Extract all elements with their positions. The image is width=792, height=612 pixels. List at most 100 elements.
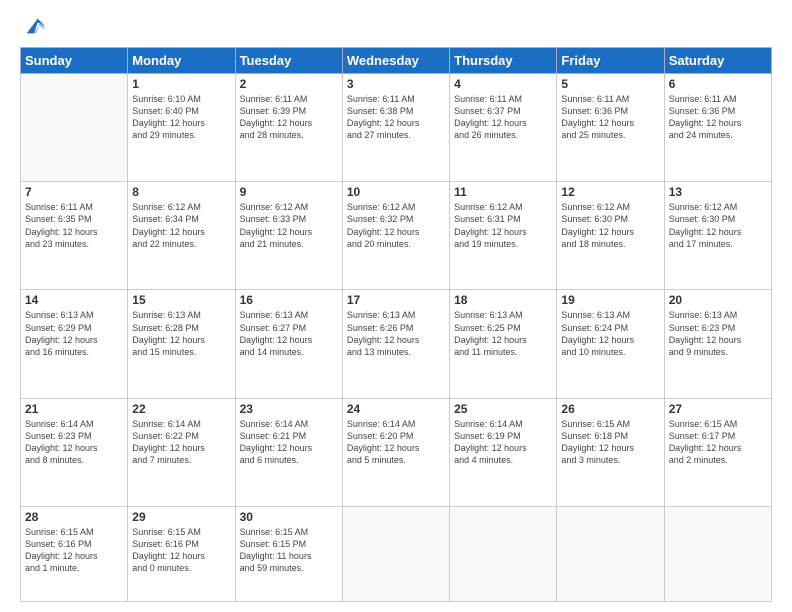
day-info: Sunrise: 6:13 AM Sunset: 6:25 PM Dayligh…: [454, 309, 552, 358]
calendar-cell: 16 Sunrise: 6:13 AM Sunset: 6:27 PM Dayli…: [235, 290, 342, 398]
day-info: Sunrise: 6:11 AM Sunset: 6:36 PM Dayligh…: [669, 93, 767, 142]
week-row-1: 7 Sunrise: 6:11 AM Sunset: 6:35 PM Daylig…: [21, 182, 772, 290]
calendar-cell: 17 Sunrise: 6:13 AM Sunset: 6:26 PM Dayli…: [342, 290, 449, 398]
day-number: 5: [561, 77, 659, 91]
calendar-cell: 25 Sunrise: 6:14 AM Sunset: 6:19 PM Dayli…: [450, 398, 557, 506]
calendar-cell: [664, 506, 771, 601]
day-number: 18: [454, 293, 552, 307]
day-number: 29: [132, 510, 230, 524]
day-number: 11: [454, 185, 552, 199]
day-info: Sunrise: 6:13 AM Sunset: 6:26 PM Dayligh…: [347, 309, 445, 358]
day-info: Sunrise: 6:12 AM Sunset: 6:30 PM Dayligh…: [669, 201, 767, 250]
week-row-2: 14 Sunrise: 6:13 AM Sunset: 6:29 PM Dayli…: [21, 290, 772, 398]
day-number: 1: [132, 77, 230, 91]
calendar-cell: 19 Sunrise: 6:13 AM Sunset: 6:24 PM Dayli…: [557, 290, 664, 398]
day-info: Sunrise: 6:13 AM Sunset: 6:29 PM Dayligh…: [25, 309, 123, 358]
day-number: 10: [347, 185, 445, 199]
day-number: 28: [25, 510, 123, 524]
calendar-cell: 27 Sunrise: 6:15 AM Sunset: 6:17 PM Dayli…: [664, 398, 771, 506]
calendar-cell: 21 Sunrise: 6:14 AM Sunset: 6:23 PM Dayli…: [21, 398, 128, 506]
day-number: 24: [347, 402, 445, 416]
logo-icon: [23, 15, 45, 37]
day-info: Sunrise: 6:12 AM Sunset: 6:31 PM Dayligh…: [454, 201, 552, 250]
calendar-cell: 2 Sunrise: 6:11 AM Sunset: 6:39 PM Daylig…: [235, 74, 342, 182]
calendar-cell: 30 Sunrise: 6:15 AM Sunset: 6:15 PM Dayli…: [235, 506, 342, 601]
calendar-cell: 14 Sunrise: 6:13 AM Sunset: 6:29 PM Dayli…: [21, 290, 128, 398]
day-number: 27: [669, 402, 767, 416]
day-info: Sunrise: 6:13 AM Sunset: 6:28 PM Dayligh…: [132, 309, 230, 358]
day-number: 19: [561, 293, 659, 307]
day-number: 30: [240, 510, 338, 524]
day-info: Sunrise: 6:11 AM Sunset: 6:35 PM Dayligh…: [25, 201, 123, 250]
calendar-cell: 26 Sunrise: 6:15 AM Sunset: 6:18 PM Dayli…: [557, 398, 664, 506]
weekday-friday: Friday: [557, 48, 664, 74]
day-info: Sunrise: 6:14 AM Sunset: 6:19 PM Dayligh…: [454, 418, 552, 467]
calendar-cell: 8 Sunrise: 6:12 AM Sunset: 6:34 PM Daylig…: [128, 182, 235, 290]
day-number: 8: [132, 185, 230, 199]
day-info: Sunrise: 6:14 AM Sunset: 6:22 PM Dayligh…: [132, 418, 230, 467]
page: SundayMondayTuesdayWednesdayThursdayFrid…: [0, 0, 792, 612]
day-number: 16: [240, 293, 338, 307]
day-number: 12: [561, 185, 659, 199]
day-info: Sunrise: 6:11 AM Sunset: 6:38 PM Dayligh…: [347, 93, 445, 142]
day-info: Sunrise: 6:11 AM Sunset: 6:39 PM Dayligh…: [240, 93, 338, 142]
day-info: Sunrise: 6:15 AM Sunset: 6:17 PM Dayligh…: [669, 418, 767, 467]
calendar: SundayMondayTuesdayWednesdayThursdayFrid…: [20, 47, 772, 602]
calendar-cell: 15 Sunrise: 6:13 AM Sunset: 6:28 PM Dayli…: [128, 290, 235, 398]
calendar-cell: 12 Sunrise: 6:12 AM Sunset: 6:30 PM Dayli…: [557, 182, 664, 290]
weekday-wednesday: Wednesday: [342, 48, 449, 74]
logo: [20, 15, 45, 37]
day-number: 3: [347, 77, 445, 91]
weekday-tuesday: Tuesday: [235, 48, 342, 74]
day-info: Sunrise: 6:11 AM Sunset: 6:36 PM Dayligh…: [561, 93, 659, 142]
calendar-cell: 28 Sunrise: 6:15 AM Sunset: 6:16 PM Dayli…: [21, 506, 128, 601]
day-info: Sunrise: 6:12 AM Sunset: 6:34 PM Dayligh…: [132, 201, 230, 250]
day-number: 2: [240, 77, 338, 91]
day-info: Sunrise: 6:13 AM Sunset: 6:23 PM Dayligh…: [669, 309, 767, 358]
weekday-monday: Monday: [128, 48, 235, 74]
day-info: Sunrise: 6:12 AM Sunset: 6:32 PM Dayligh…: [347, 201, 445, 250]
day-info: Sunrise: 6:13 AM Sunset: 6:24 PM Dayligh…: [561, 309, 659, 358]
calendar-cell: 1Sunrise: 6:10 AM Sunset: 6:40 PM Daylig…: [128, 74, 235, 182]
calendar-cell: 22Sunrise: 6:14 AM Sunset: 6:22 PM Dayli…: [128, 398, 235, 506]
day-info: Sunrise: 6:12 AM Sunset: 6:30 PM Dayligh…: [561, 201, 659, 250]
day-number: 9: [240, 185, 338, 199]
calendar-cell: 3 Sunrise: 6:11 AM Sunset: 6:38 PM Daylig…: [342, 74, 449, 182]
week-row-0: 1Sunrise: 6:10 AM Sunset: 6:40 PM Daylig…: [21, 74, 772, 182]
calendar-cell: 5 Sunrise: 6:11 AM Sunset: 6:36 PM Daylig…: [557, 74, 664, 182]
day-number: 14: [25, 293, 123, 307]
day-info: Sunrise: 6:15 AM Sunset: 6:16 PM Dayligh…: [25, 526, 123, 575]
calendar-cell: 4Sunrise: 6:11 AM Sunset: 6:37 PM Daylig…: [450, 74, 557, 182]
calendar-cell: 9 Sunrise: 6:12 AM Sunset: 6:33 PM Daylig…: [235, 182, 342, 290]
calendar-cell: 24Sunrise: 6:14 AM Sunset: 6:20 PM Dayli…: [342, 398, 449, 506]
calendar-cell: 13Sunrise: 6:12 AM Sunset: 6:30 PM Dayli…: [664, 182, 771, 290]
day-number: 21: [25, 402, 123, 416]
calendar-cell: 11 Sunrise: 6:12 AM Sunset: 6:31 PM Dayli…: [450, 182, 557, 290]
day-number: 23: [240, 402, 338, 416]
day-number: 20: [669, 293, 767, 307]
day-info: Sunrise: 6:15 AM Sunset: 6:18 PM Dayligh…: [561, 418, 659, 467]
day-number: 15: [132, 293, 230, 307]
day-number: 4: [454, 77, 552, 91]
calendar-cell: 23Sunrise: 6:14 AM Sunset: 6:21 PM Dayli…: [235, 398, 342, 506]
day-info: Sunrise: 6:12 AM Sunset: 6:33 PM Dayligh…: [240, 201, 338, 250]
calendar-cell: [21, 74, 128, 182]
day-number: 17: [347, 293, 445, 307]
weekday-saturday: Saturday: [664, 48, 771, 74]
day-info: Sunrise: 6:15 AM Sunset: 6:15 PM Dayligh…: [240, 526, 338, 575]
day-number: 25: [454, 402, 552, 416]
calendar-cell: [342, 506, 449, 601]
weekday-header-row: SundayMondayTuesdayWednesdayThursdayFrid…: [21, 48, 772, 74]
calendar-cell: [450, 506, 557, 601]
day-info: Sunrise: 6:13 AM Sunset: 6:27 PM Dayligh…: [240, 309, 338, 358]
week-row-4: 28 Sunrise: 6:15 AM Sunset: 6:16 PM Dayli…: [21, 506, 772, 601]
day-number: 6: [669, 77, 767, 91]
day-number: 7: [25, 185, 123, 199]
calendar-cell: [557, 506, 664, 601]
header: [20, 15, 772, 37]
weekday-thursday: Thursday: [450, 48, 557, 74]
week-row-3: 21 Sunrise: 6:14 AM Sunset: 6:23 PM Dayli…: [21, 398, 772, 506]
day-number: 26: [561, 402, 659, 416]
day-info: Sunrise: 6:14 AM Sunset: 6:23 PM Dayligh…: [25, 418, 123, 467]
calendar-cell: 6 Sunrise: 6:11 AM Sunset: 6:36 PM Daylig…: [664, 74, 771, 182]
